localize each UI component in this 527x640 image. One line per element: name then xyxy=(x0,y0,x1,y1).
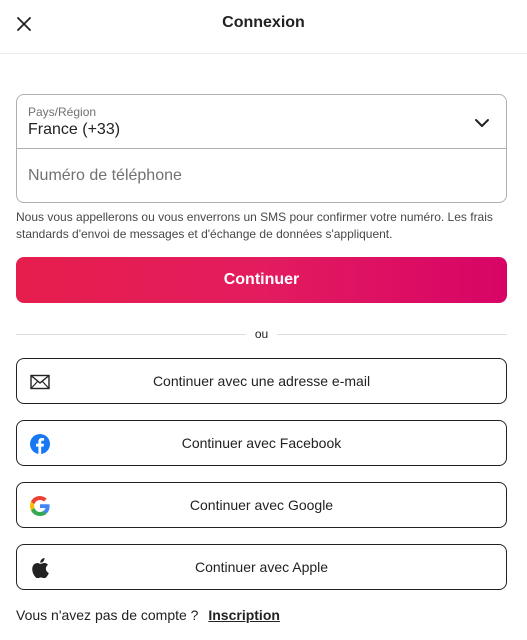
google-button-label: Continuer avec Google xyxy=(189,497,334,513)
divider-line-right xyxy=(277,334,507,335)
country-value: France (+33) xyxy=(28,121,121,138)
signup-prompt: Vous n'avez pas de compte ? Inscription xyxy=(16,607,280,623)
modal-header: Connexion xyxy=(0,0,527,54)
country-select[interactable]: Pays/Région France (+33) xyxy=(17,95,506,149)
phone-hint-text: Nous vous appellerons ou vous enverrons … xyxy=(16,210,493,241)
continue-with-apple-button[interactable]: Continuer avec Apple xyxy=(16,544,507,590)
country-label: Pays/Région xyxy=(28,105,97,119)
continue-with-facebook-button[interactable]: Continuer avec Facebook xyxy=(16,420,507,466)
chevron-down-icon xyxy=(475,119,489,127)
or-divider: ou xyxy=(16,325,507,343)
signup-link[interactable]: Inscription xyxy=(208,607,280,623)
signup-question: Vous n'avez pas de compte ? xyxy=(16,607,199,623)
apple-button-label: Continuer avec Apple xyxy=(194,559,329,575)
continue-with-email-button[interactable]: Continuer avec une adresse e-mail xyxy=(16,358,507,404)
continue-button[interactable]: Continuer xyxy=(16,257,507,303)
phone-number-input[interactable] xyxy=(17,149,506,203)
email-button-label: Continuer avec une adresse e-mail xyxy=(152,373,371,389)
page-title: Connexion xyxy=(222,14,305,31)
facebook-button-label: Continuer avec Facebook xyxy=(181,435,342,451)
continue-with-google-button[interactable]: Continuer avec Google xyxy=(16,482,507,528)
phone-form: Pays/Région France (+33) xyxy=(16,94,507,203)
